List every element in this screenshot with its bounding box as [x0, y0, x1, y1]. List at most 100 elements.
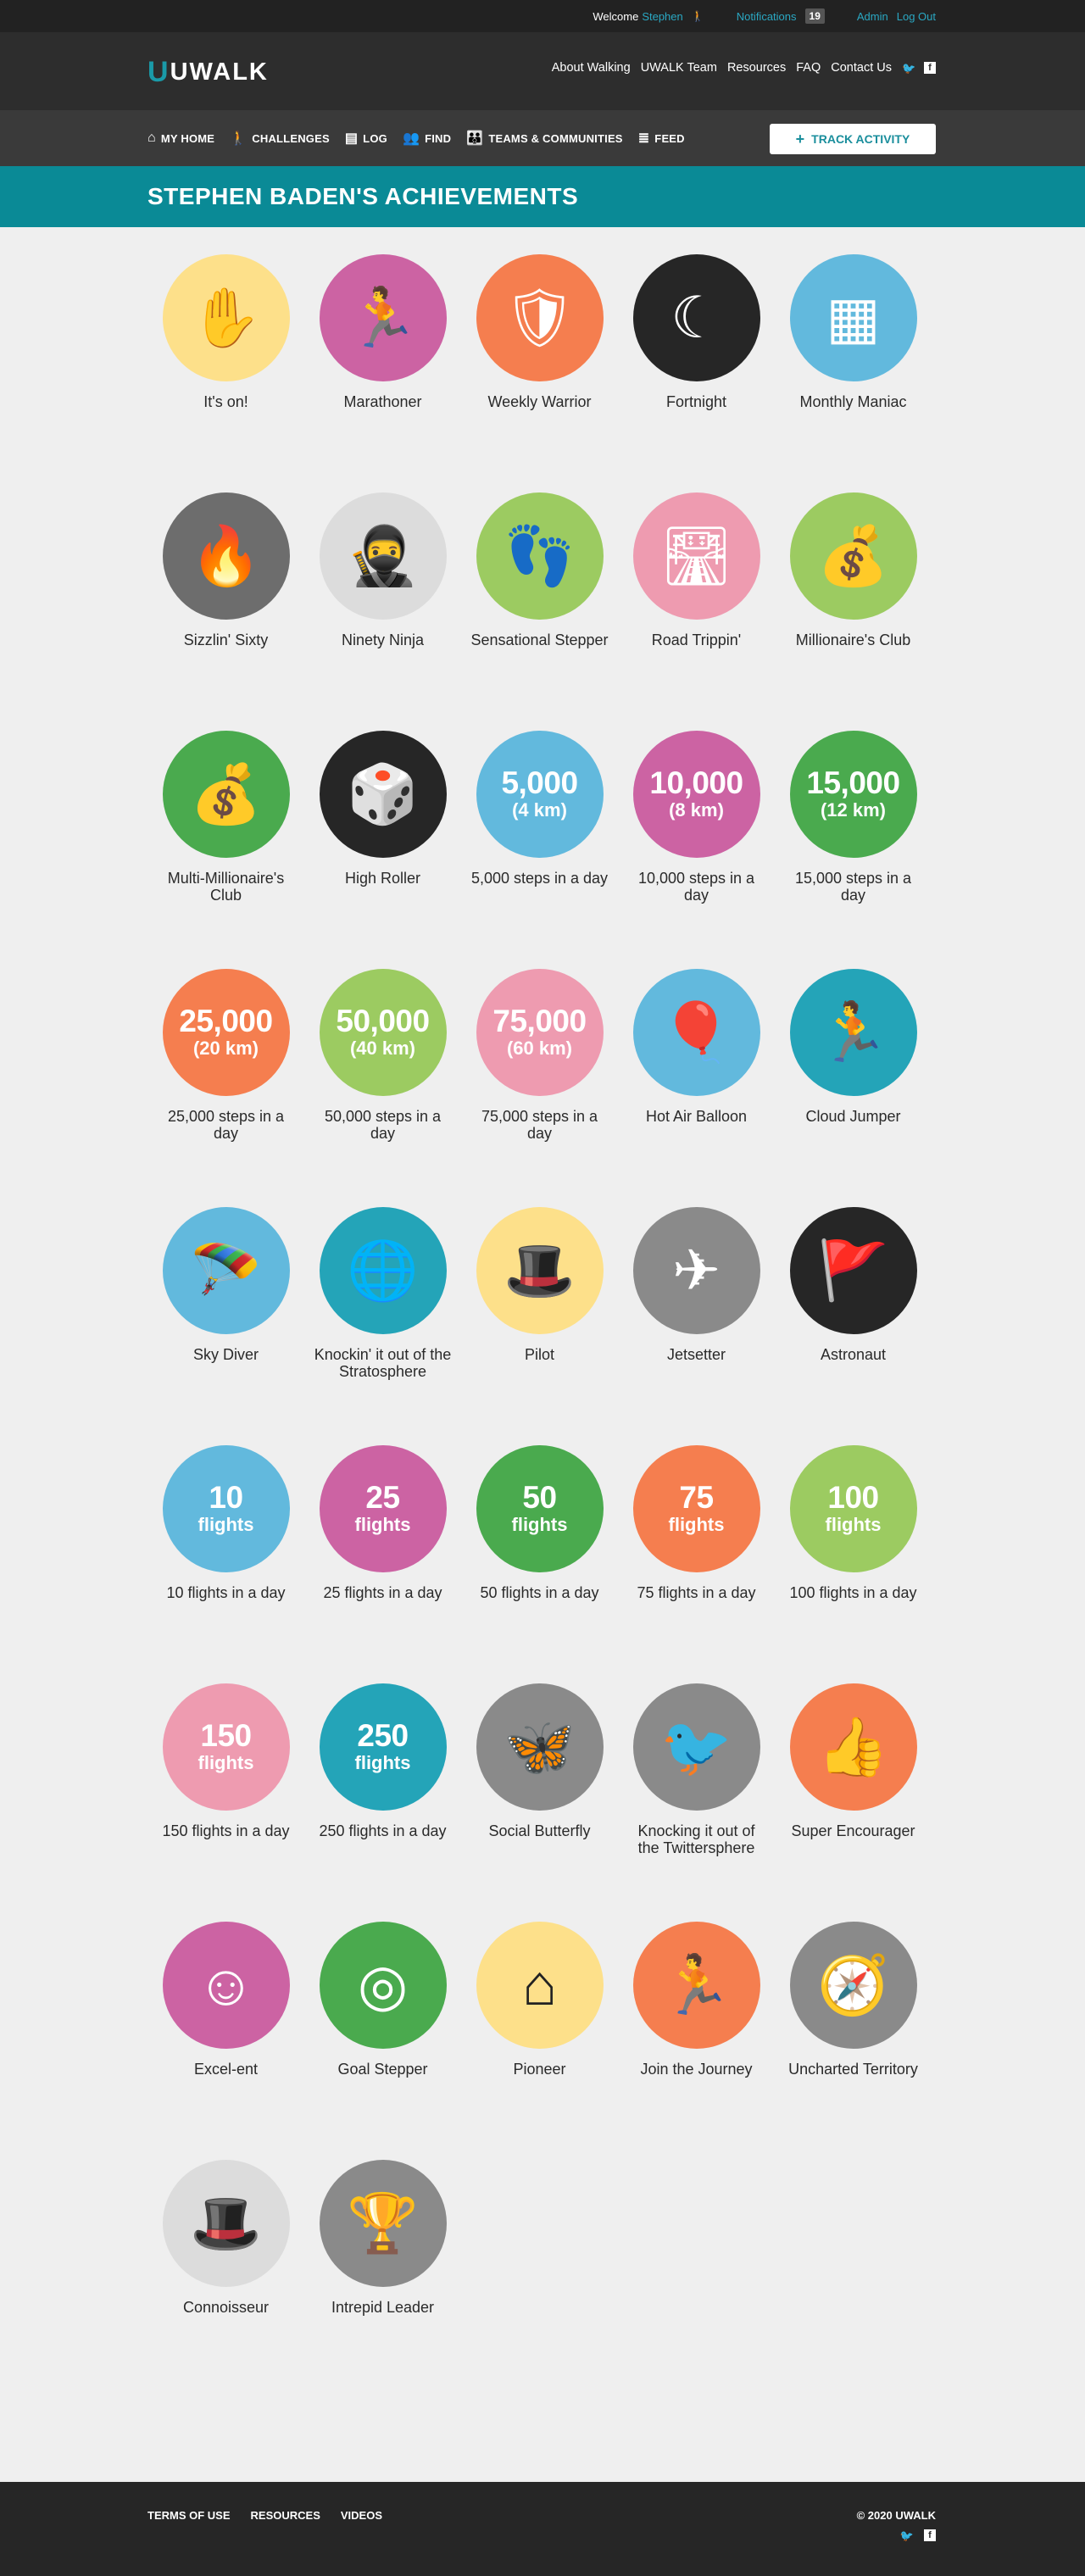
achievement-badge[interactable]: 🎲 High Roller — [304, 731, 461, 887]
achievement-label: Connoisseur — [182, 2299, 270, 2316]
achievement-value-unit: flights — [354, 1752, 411, 1773]
road-icon: 🛣 — [659, 524, 733, 588]
facebook-icon[interactable]: f — [924, 2529, 936, 2541]
achievement-badge[interactable]: 10,000 (8 km) 10,000 steps in a day — [618, 731, 775, 904]
main-nav-item-feed[interactable]: ≣ FEED — [638, 130, 685, 147]
main-nav-item-challenges[interactable]: 🚶 CHALLENGES — [230, 130, 330, 147]
achievement-circle: 100 flights — [789, 1445, 917, 1572]
notifications-link[interactable]: Notifications — [737, 10, 797, 23]
achievement-circle: 🏆 — [319, 2160, 447, 2287]
user-avatar-icon[interactable]: 🚶 — [692, 10, 704, 22]
achievement-circle: 5,000 (4 km) — [476, 731, 604, 858]
achievement-badge[interactable]: 🪂 Sky Diver — [147, 1207, 304, 1363]
achievement-circle: 75,000 (60 km) — [476, 969, 604, 1096]
uwalk-logo[interactable]: U UWALK — [147, 56, 269, 89]
achievement-badge[interactable]: 🧭 Uncharted Territory — [775, 1922, 932, 2078]
track-activity-button[interactable]: + TRACK ACTIVITY — [770, 124, 936, 154]
achievement-badge[interactable]: 75,000 (60 km) 75,000 steps in a day — [461, 969, 618, 1142]
achievement-value-number: 25,000 — [179, 1004, 273, 1038]
page: Welcome Stephen 🚶 Notifications 19 Admin… — [0, 0, 1085, 2576]
twitter-icon[interactable]: 🐦 — [902, 62, 915, 75]
achievement-circle: 💰 — [162, 731, 290, 858]
achievement-badge[interactable]: 🎩 Connoisseur — [147, 2160, 304, 2316]
achievement-badge[interactable]: 🔥 Sizzlin' Sixty — [147, 492, 304, 648]
achievement-badge[interactable]: 🥷 Ninety Ninja — [304, 492, 461, 648]
achievement-badge[interactable]: 🏃 Join the Journey — [618, 1922, 775, 2078]
achievement-badge[interactable]: 25 flights 25 flights in a day — [304, 1445, 461, 1601]
achievement-badge[interactable]: ⌂ Pioneer — [461, 1922, 618, 2078]
achievement-badge[interactable]: 🐦 Knocking it out of the Twittersphere — [618, 1683, 775, 1856]
footer-terms-link[interactable]: TERMS OF USE — [147, 2509, 231, 2522]
money-bag-icon: 💰 — [817, 524, 889, 588]
achievement-value-unit: (20 km) — [192, 1038, 259, 1059]
achievement-circle: 🐦 — [632, 1683, 760, 1811]
achievement-badge[interactable]: 15,000 (12 km) 15,000 steps in a day — [775, 731, 932, 904]
footer-resources-link[interactable]: RESOURCES — [251, 2509, 320, 2522]
twitter-icon[interactable]: 🐦 — [900, 2529, 914, 2543]
achievement-badge[interactable]: 25,000 (20 km) 25,000 steps in a day — [147, 969, 304, 1142]
achievement-circle: 10 flights — [162, 1445, 290, 1572]
achievement-badge[interactable]: 🛡 Weekly Warrior — [461, 254, 618, 410]
main-nav-item-find[interactable]: 👥 FIND — [403, 130, 451, 147]
achievement-badge[interactable]: ☺ Excel-ent — [147, 1922, 304, 2078]
main-nav-item-teams-communities[interactable]: 👪 TEAMS & COMMUNITIES — [466, 130, 622, 147]
achievement-badge[interactable]: 💰 Millionaire's Club — [775, 492, 932, 648]
achievement-badge[interactable]: 250 flights 250 flights in a day — [304, 1683, 461, 1839]
achievement-value: 75,000 (60 km) — [492, 1005, 587, 1060]
achievements-title-bar: STEPHEN BADEN'S ACHIEVEMENTS — [0, 166, 1085, 227]
footer-videos-link[interactable]: VIDEOS — [341, 2509, 382, 2522]
achievement-badge[interactable]: 10 flights 10 flights in a day — [147, 1445, 304, 1601]
achievement-badge[interactable]: 👣 Sensational Stepper — [461, 492, 618, 648]
achievement-badge[interactable]: 5,000 (4 km) 5,000 steps in a day — [461, 731, 618, 887]
achievement-value: 5,000 (4 km) — [501, 765, 578, 821]
main-nav-label: LOG — [363, 131, 387, 145]
achievement-label: 25,000 steps in a day — [167, 1108, 285, 1142]
achievement-badge[interactable]: 🏃 Marathoner — [304, 254, 461, 410]
logout-link[interactable]: Log Out — [897, 10, 936, 23]
log-icon: ▤ — [344, 131, 359, 146]
achievement-badge[interactable]: 🦋 Social Butterfly — [461, 1683, 618, 1839]
achievement-badge[interactable]: 🚩 Astronaut — [775, 1207, 932, 1363]
nav-uwalk-team[interactable]: UWALK Team — [641, 61, 717, 75]
achievement-value: 25 flights — [355, 1482, 411, 1536]
achievement-badge[interactable]: ✋ It's on! — [147, 254, 304, 410]
main-nav-item-my-home[interactable]: ⌂ MY HOME — [147, 131, 214, 146]
achievement-label: Sizzlin' Sixty — [183, 631, 269, 648]
moon-icon: ☾ — [670, 286, 722, 350]
achievement-badge[interactable]: 🏆 Intrepid Leader — [304, 2160, 461, 2316]
user-name-link[interactable]: Stephen — [642, 10, 682, 23]
achievement-badge[interactable]: ◎ Goal Stepper — [304, 1922, 461, 2078]
site-header: U UWALK About Walking UWALK Team Resourc… — [0, 32, 1085, 110]
achievement-badge[interactable]: 150 flights 150 flights in a day — [147, 1683, 304, 1839]
nav-contact-us[interactable]: Contact Us — [831, 61, 892, 75]
nav-about-walking[interactable]: About Walking — [552, 61, 631, 75]
admin-link[interactable]: Admin — [857, 10, 888, 23]
achievement-badge[interactable]: 👍 Super Encourager — [775, 1683, 932, 1839]
notifications-count-badge[interactable]: 19 — [804, 8, 825, 24]
achievement-label: 15,000 steps in a day — [794, 870, 912, 904]
achievement-badge[interactable]: ▦ Monthly Maniac — [775, 254, 932, 410]
achievement-badge[interactable]: 💰 Multi-Millionaire's Club — [147, 731, 304, 904]
achievement-label: Millionaire's Club — [795, 631, 911, 648]
achievement-badge[interactable]: 100 flights 100 flights in a day — [775, 1445, 932, 1601]
welcome-label: Welcome — [593, 9, 639, 23]
dice-icon: 🎲 — [347, 762, 419, 826]
nav-resources[interactable]: Resources — [727, 61, 786, 75]
achievement-circle: 🔥 — [162, 492, 290, 620]
achievement-badge[interactable]: 🛣 Road Trippin' — [618, 492, 775, 648]
achievement-badge[interactable]: ☾ Fortnight — [618, 254, 775, 410]
achievement-circle: ☾ — [632, 254, 760, 381]
facebook-icon[interactable]: f — [924, 62, 936, 74]
achievement-value-number: 5,000 — [501, 765, 578, 800]
nav-faq[interactable]: FAQ — [796, 61, 821, 75]
achievement-value-number: 250 — [357, 1718, 409, 1753]
achievement-badge[interactable]: 🎈 Hot Air Balloon — [618, 969, 775, 1125]
main-nav-item-log[interactable]: ▤ LOG — [345, 130, 387, 147]
achievement-badge[interactable]: 🏃 Cloud Jumper — [775, 969, 932, 1125]
achievement-badge[interactable]: 🎩 Pilot — [461, 1207, 618, 1363]
achievement-badge[interactable]: ✈ Jetsetter — [618, 1207, 775, 1363]
achievement-badge[interactable]: 50,000 (40 km) 50,000 steps in a day — [304, 969, 461, 1142]
achievement-badge[interactable]: 50 flights 50 flights in a day — [461, 1445, 618, 1601]
achievement-badge[interactable]: 🌐 Knockin' it out of the Stratosphere — [304, 1207, 461, 1380]
achievement-badge[interactable]: 75 flights 75 flights in a day — [618, 1445, 775, 1601]
